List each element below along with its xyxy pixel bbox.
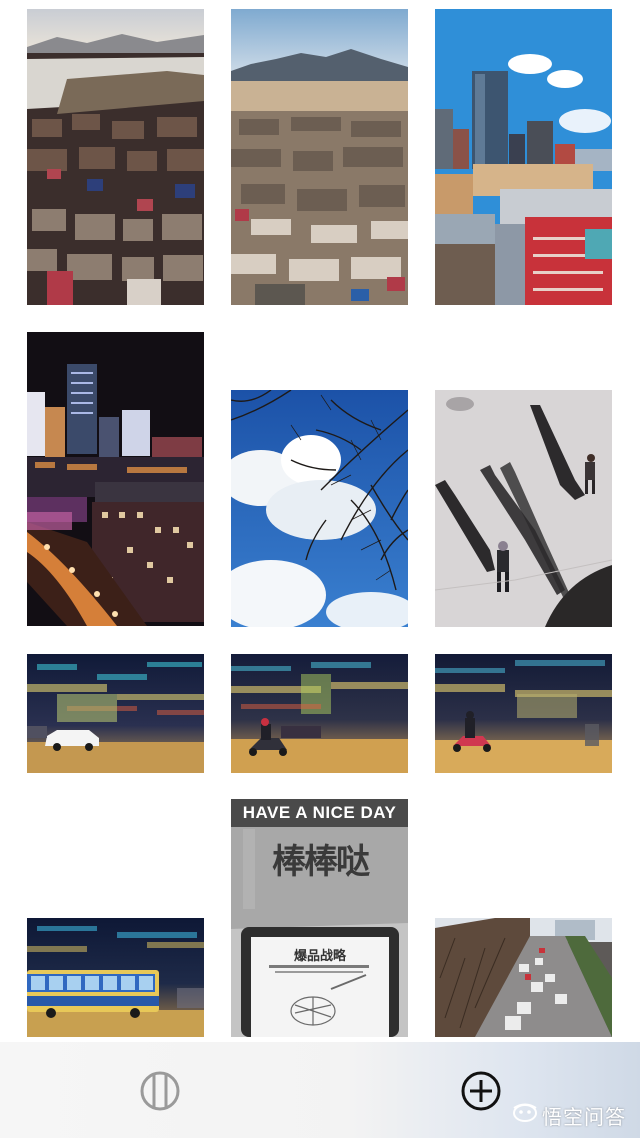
photo-10[interactable] [27, 918, 204, 1037]
photo-11[interactable]: HAVE A NICE DAY 棒棒哒 爆品战略 [231, 799, 408, 1037]
watermark: 悟空问答 [512, 1100, 626, 1130]
photo-7[interactable] [27, 654, 204, 773]
wukong-logo-icon [512, 1102, 542, 1129]
photo-3[interactable] [435, 9, 612, 305]
photo-4[interactable] [27, 332, 204, 626]
photo-8[interactable] [231, 654, 408, 773]
photo-9[interactable] [435, 654, 612, 773]
photo-2[interactable] [231, 9, 408, 305]
bag-banner-text: HAVE A NICE DAY [242, 803, 397, 822]
grid-view-icon[interactable] [139, 1070, 181, 1112]
book-title-text: 爆品战略 [293, 949, 346, 964]
photo-1[interactable] [27, 9, 204, 305]
photo-6[interactable] [435, 390, 612, 627]
bag-title-text: 棒棒哒 [272, 842, 370, 882]
add-circle-icon[interactable] [460, 1070, 502, 1112]
photo-12[interactable] [435, 918, 612, 1037]
photo-5[interactable] [231, 390, 408, 627]
watermark-text: 悟空问答 [542, 1104, 626, 1129]
